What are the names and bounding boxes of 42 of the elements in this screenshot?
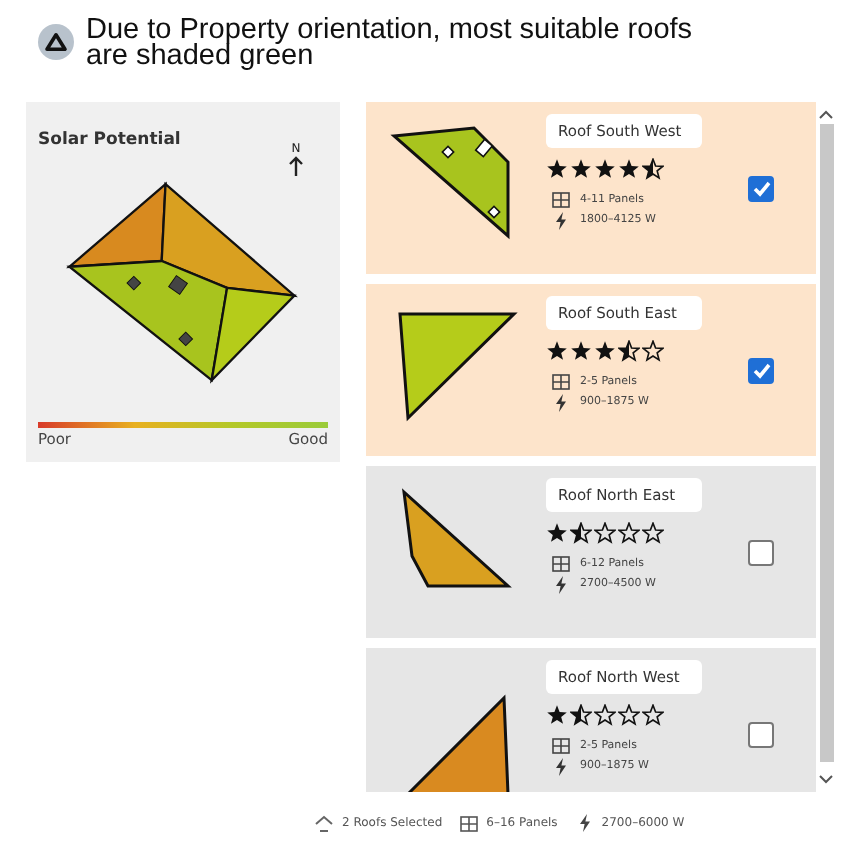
- grid-icon: [460, 815, 479, 831]
- roof-checkbox[interactable]: [748, 721, 774, 747]
- bolt-icon: [552, 575, 570, 593]
- grid-icon: [552, 738, 570, 754]
- star-icon: [570, 704, 592, 726]
- star-icon: [594, 158, 616, 180]
- grid-icon: [552, 374, 570, 390]
- star-icon: [618, 340, 640, 362]
- star-icon: [642, 158, 664, 180]
- roof-checkbox[interactable]: [748, 539, 774, 565]
- star-icon: [570, 340, 592, 362]
- star-icon: [546, 340, 568, 362]
- star-icon: [642, 704, 664, 726]
- bolt-icon: [552, 393, 570, 411]
- panel-title: Solar Potential: [38, 130, 181, 154]
- north-arrow-icon: [288, 156, 304, 176]
- star-icon: [546, 704, 568, 726]
- star-icon: [594, 340, 616, 362]
- scroll-down-icon[interactable]: [818, 774, 834, 786]
- star-icon: [642, 522, 664, 544]
- star-icon: [618, 522, 640, 544]
- star-icon: [570, 158, 592, 180]
- star-icon: [594, 704, 616, 726]
- bolt-icon: [552, 211, 570, 229]
- roof-icon: [38, 24, 74, 60]
- roof-checkbox[interactable]: [748, 357, 774, 383]
- bolt-icon: [575, 814, 594, 832]
- roof-checkbox[interactable]: [748, 175, 774, 201]
- star-icon: [546, 158, 568, 180]
- star-icon: [618, 158, 640, 180]
- star-icon: [642, 340, 664, 362]
- grid-icon: [552, 192, 570, 208]
- scroll-thumb[interactable]: [819, 124, 833, 762]
- header-message: Due to Property orientation, most suitable roofs are shaded green: [86, 18, 695, 70]
- bolt-icon: [552, 757, 570, 775]
- star-icon: [594, 522, 616, 544]
- star-icon: [570, 522, 592, 544]
- grid-icon: [552, 556, 570, 572]
- star-icon: [546, 522, 568, 544]
- scroll-up-icon[interactable]: [818, 108, 834, 120]
- house-icon: [314, 814, 334, 832]
- star-icon: [618, 704, 640, 726]
